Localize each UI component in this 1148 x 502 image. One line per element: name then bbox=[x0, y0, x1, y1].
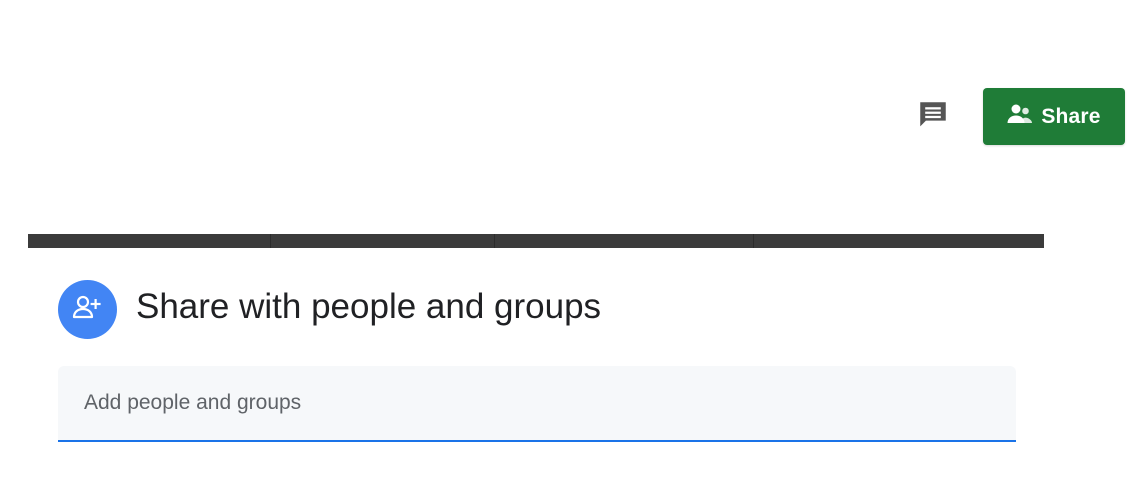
add-people-input[interactable] bbox=[58, 366, 1016, 440]
share-button-label: Share bbox=[1041, 104, 1101, 128]
toolbar-strip bbox=[28, 234, 1044, 248]
strip-divider bbox=[270, 234, 271, 248]
comment-button[interactable] bbox=[912, 96, 954, 138]
people-icon bbox=[1007, 103, 1033, 130]
comment-icon bbox=[916, 98, 950, 137]
add-people-field[interactable] bbox=[58, 366, 1016, 442]
dialog-title: Share with people and groups bbox=[136, 287, 602, 326]
share-dialog-avatar bbox=[58, 280, 117, 339]
strip-divider bbox=[494, 234, 495, 248]
add-person-icon bbox=[72, 293, 104, 326]
strip-divider bbox=[753, 234, 754, 248]
share-button[interactable]: Share bbox=[983, 88, 1125, 145]
